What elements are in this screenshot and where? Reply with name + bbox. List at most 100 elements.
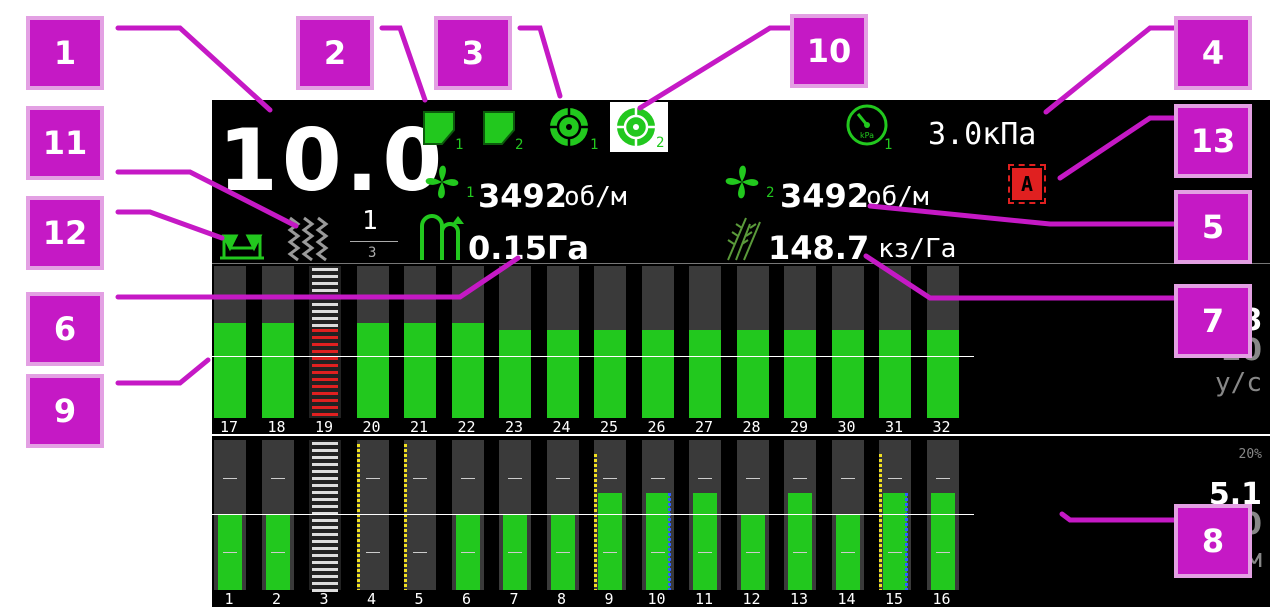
row-20-bar[interactable] — [356, 266, 389, 418]
bottom-section-number: 12 — [742, 590, 761, 607]
stripe — [312, 349, 338, 353]
stripe — [312, 533, 338, 536]
stripe — [312, 491, 338, 494]
fan-1-sub: 1 — [466, 185, 475, 201]
tick-mark — [935, 478, 950, 479]
row-17-bar[interactable] — [214, 266, 246, 418]
stripe — [312, 384, 338, 388]
row-27-bar[interactable] — [689, 266, 721, 418]
callout-9: 9 — [26, 374, 104, 448]
stripe — [312, 554, 338, 557]
bottom-midline — [212, 514, 974, 515]
row-24-bar[interactable] — [546, 266, 579, 418]
stripe — [312, 412, 338, 416]
fill — [788, 492, 812, 590]
section-total: 3 — [368, 245, 377, 261]
bottom-section-number: 13 — [789, 590, 809, 607]
fill — [883, 492, 907, 590]
row-28-bar[interactable] — [736, 266, 769, 418]
bottom-numbers: 1 2 3 4 5 6 7 8 9 10 11 12 13 14 15 16 — [212, 590, 974, 607]
top-row-number: 29 — [789, 418, 809, 436]
bottom-section-number: 2 — [271, 590, 282, 607]
section-4-bar[interactable] — [356, 440, 389, 590]
top-row-number: 21 — [409, 418, 429, 436]
stripe — [312, 342, 338, 346]
stripe — [312, 391, 338, 395]
callout-6: 6 — [26, 292, 104, 366]
stripe — [312, 547, 338, 550]
pressure-value: 3.0кПа — [928, 117, 1037, 152]
target-2-icon[interactable]: 2 — [610, 102, 668, 152]
stripe — [312, 526, 338, 529]
section-6-bar[interactable] — [451, 440, 484, 590]
row-23-bar[interactable] — [499, 266, 531, 418]
section-12-bar[interactable] — [736, 440, 769, 590]
svg-text:kPa: kPa — [860, 131, 874, 140]
row-26-bar[interactable] — [641, 266, 674, 418]
section-5-bar[interactable] — [404, 440, 436, 590]
bottom-section-number: 14 — [837, 590, 856, 607]
top-row-number: 30 — [837, 418, 856, 436]
implement-lift-icon[interactable] — [218, 228, 266, 264]
bottom-section-number: 5 — [414, 590, 424, 607]
section-1-bar[interactable] — [214, 440, 246, 590]
tick-mark — [650, 478, 665, 479]
blue-indicator — [667, 492, 671, 590]
section-15-bar[interactable] — [879, 440, 911, 590]
section-16-bar[interactable] — [926, 440, 959, 590]
bottom-section-number: 8 — [556, 590, 567, 607]
section-3-bar[interactable] — [309, 440, 341, 592]
stripe — [312, 505, 338, 508]
target-2-sub: 2 — [656, 135, 665, 151]
section-9-bar[interactable] — [594, 440, 626, 590]
fill — [693, 492, 717, 590]
tick-mark — [413, 552, 427, 553]
top-midline — [212, 356, 974, 357]
stripe — [312, 470, 338, 473]
top-columns — [212, 266, 974, 418]
callout-10: 10 — [790, 14, 868, 88]
tick-mark — [460, 552, 475, 553]
stripe — [312, 296, 338, 299]
section-10-bar[interactable] — [641, 440, 674, 590]
row-21-bar[interactable] — [404, 266, 436, 418]
callout-2: 2 — [296, 16, 374, 90]
auto-mode-icon[interactable]: A — [1008, 164, 1046, 204]
row-29-bar[interactable] — [784, 266, 816, 418]
tick-mark — [698, 552, 712, 553]
tick-mark — [840, 552, 855, 553]
row-30-bar[interactable] — [831, 266, 864, 418]
section-14-bar[interactable] — [831, 440, 864, 590]
fill — [784, 330, 816, 418]
row-32-bar[interactable] — [926, 266, 959, 418]
stripe — [312, 303, 338, 306]
target-1-icon[interactable] — [546, 104, 592, 154]
section-8-bar[interactable] — [546, 440, 579, 590]
row-19-bar[interactable] — [309, 266, 341, 418]
auto-mode-label: A — [1020, 172, 1034, 196]
stripe — [312, 568, 338, 571]
row-31-bar[interactable] — [879, 266, 911, 418]
fill — [831, 330, 864, 418]
top-row-number: 18 — [267, 418, 286, 436]
section-13-bar[interactable] — [784, 440, 816, 590]
fill — [689, 330, 721, 418]
section-11-bar[interactable] — [689, 440, 721, 590]
area-icon — [418, 212, 470, 268]
blue-indicator — [905, 492, 908, 590]
row-22-bar[interactable] — [451, 266, 484, 418]
target-1-sub: 1 — [590, 137, 599, 153]
fill — [594, 330, 626, 418]
stripe — [312, 317, 338, 320]
yellow-indicator — [404, 444, 407, 590]
callout-7: 7 — [1174, 284, 1252, 358]
tick-mark — [270, 552, 285, 553]
tick-mark — [840, 478, 855, 479]
section-7-bar[interactable] — [499, 440, 531, 590]
row-18-bar[interactable] — [261, 266, 294, 418]
row-25-bar[interactable] — [594, 266, 626, 418]
section-2-bar[interactable] — [261, 440, 294, 590]
stripe — [312, 575, 338, 578]
stripe — [312, 561, 338, 564]
rate-value: 148.7 — [768, 229, 870, 267]
